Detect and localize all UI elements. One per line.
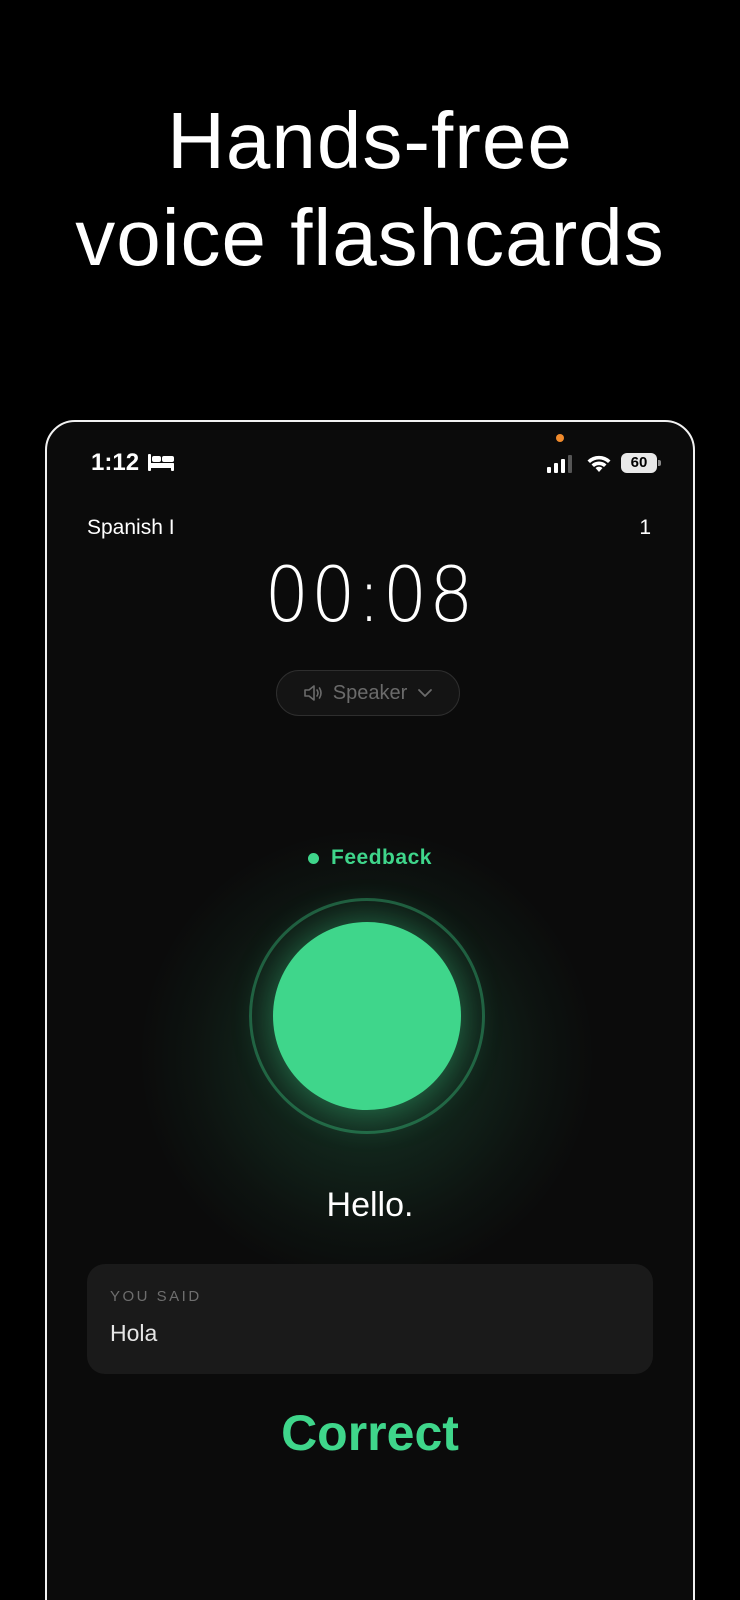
bed-icon <box>148 454 174 471</box>
privacy-indicator-dot <box>556 434 564 442</box>
result-label: Correct <box>281 1405 459 1461</box>
state-dot <box>308 852 320 864</box>
battery-tip <box>658 460 661 466</box>
phone-frame: 1:12 60 Spanish I 1 00:08 Speaker Feedba… <box>45 420 695 1600</box>
chevron-down-icon <box>418 689 433 697</box>
marketing-headline: Hands-free voice flashcards <box>0 92 740 286</box>
headline-line-1: Hands-free <box>167 96 573 185</box>
status-bar: 1:12 60 <box>47 422 693 482</box>
speaker-icon <box>303 685 322 701</box>
answer-label: YOU SAID <box>110 1288 202 1305</box>
audio-output-selector[interactable]: Speaker <box>276 670 460 716</box>
wifi-icon <box>587 455 611 472</box>
deck-name: Spanish I <box>87 516 175 539</box>
status-time: 1:12 <box>91 449 140 476</box>
answer-card: YOU SAID Hola <box>87 1264 653 1374</box>
voice-orb-button[interactable] <box>273 922 461 1110</box>
state-indicator: Feedback <box>47 846 693 870</box>
card-count: 1 <box>639 516 651 539</box>
signal-icon <box>547 455 572 473</box>
audio-output-label: Speaker <box>332 681 408 704</box>
battery-level: 60 <box>621 453 657 473</box>
card-prompt: Hello. <box>326 1186 414 1224</box>
session-timer: 00:08 <box>264 550 476 639</box>
battery-icon: 60 <box>621 453 661 473</box>
headline-line-2: voice flashcards <box>75 193 665 282</box>
state-label: Feedback <box>331 846 432 869</box>
answer-value: Hola <box>110 1320 158 1346</box>
